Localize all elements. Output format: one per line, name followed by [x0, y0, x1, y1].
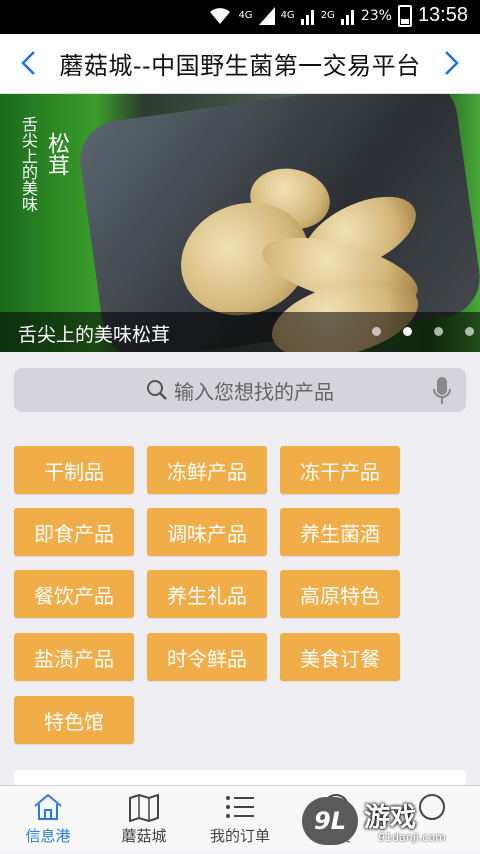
clock: 13:58 [417, 4, 468, 26]
carousel-indicator [372, 327, 474, 336]
chevron-left-icon [21, 51, 35, 75]
map-icon [129, 793, 159, 822]
banner-carousel[interactable]: 舌尖上的美味 松茸 舌尖上的美味松茸 [0, 94, 480, 352]
category-button[interactable]: 特色馆 [14, 696, 134, 744]
category-button[interactable]: 盐渍产品 [14, 633, 134, 681]
watermark-logo-mark: 9L [302, 797, 358, 845]
next-button[interactable] [436, 48, 466, 78]
tab-label: 信息港 [25, 827, 71, 845]
battery-icon [397, 4, 412, 27]
carousel-dot[interactable] [372, 327, 381, 336]
category-button[interactable]: 时令鲜品 [147, 633, 267, 681]
banner-title: 松茸 [44, 132, 69, 176]
carousel-dot[interactable] [434, 327, 443, 336]
watermark-url: 91danji.com [378, 831, 446, 844]
microphone-icon[interactable] [432, 376, 452, 406]
tab-info-port[interactable]: 信息港 [0, 786, 96, 854]
category-button[interactable]: 美食订餐 [280, 633, 400, 681]
banner-slogan: 舌尖上的美味 [19, 116, 38, 212]
network-type-3: 2G [320, 10, 335, 21]
tab-label: 我的订单 [209, 827, 270, 845]
signal-icon-1 [258, 6, 275, 25]
list-icon [226, 796, 254, 818]
status-icons: 4G 4G 2G 23% 13:58 [208, 4, 468, 27]
category-button[interactable]: 干制品 [14, 446, 134, 494]
network-type-1: 4G [238, 10, 253, 21]
watermark-logo: 9L 游戏 91danji.com [302, 795, 472, 851]
category-button[interactable]: 餐饮产品 [14, 570, 134, 618]
search-placeholder: 输入您想找的产品 [174, 379, 334, 404]
previous-button[interactable] [14, 48, 44, 78]
search-bar[interactable]: 输入您想找的产品 [14, 368, 466, 412]
network-type-2: 4G [280, 10, 295, 21]
page-title: 蘑菇城--中国野生菌第一交易平台 [59, 52, 421, 80]
category-button[interactable]: 养生菌酒 [280, 508, 400, 556]
home-icon [34, 793, 62, 820]
tab-mushroom-city[interactable]: 蘑菇城 [96, 786, 192, 854]
signal-icon-3 [340, 9, 354, 25]
chevron-right-icon [445, 51, 459, 75]
battery-percent: 23% [360, 7, 392, 24]
carousel-dot-active[interactable] [403, 327, 412, 336]
category-button[interactable]: 高原特色 [280, 570, 400, 618]
status-bar: 4G 4G 2G 23% 13:58 [0, 0, 480, 34]
signal-icon-2 [300, 9, 314, 25]
category-button[interactable]: 冻鲜产品 [147, 446, 267, 494]
banner-caption: 舌尖上的美味松茸 [18, 324, 171, 346]
tab-my-orders[interactable]: 我的订单 [192, 786, 288, 854]
top-nav-bar: 蘑菇城--中国野生菌第一交易平台 [0, 34, 480, 94]
search-icon [147, 380, 167, 400]
tab-label: 蘑菇城 [121, 827, 167, 845]
category-button[interactable]: 即食产品 [14, 508, 134, 556]
banner-caption-bar: 舌尖上的美味松茸 [0, 312, 480, 352]
wifi-icon [210, 7, 231, 24]
category-button[interactable]: 调味产品 [147, 508, 267, 556]
category-button[interactable]: 养生礼品 [147, 570, 267, 618]
watermark-brand: 游戏 [364, 803, 417, 833]
carousel-dot[interactable] [465, 327, 474, 336]
category-button[interactable]: 冻干产品 [280, 446, 400, 494]
